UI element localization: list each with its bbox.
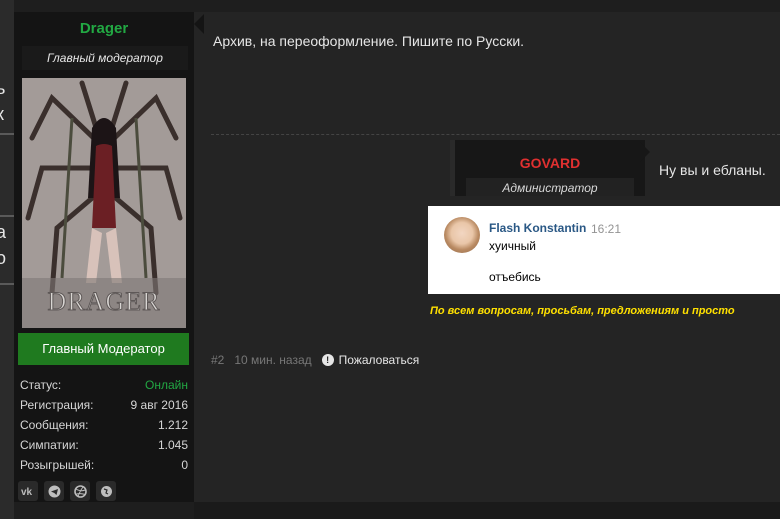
stat-row-status: Статус: Онлайн xyxy=(20,375,188,395)
avatar-art: DRAGER xyxy=(22,78,186,328)
chat-line: хуичный xyxy=(489,239,536,253)
stat-value: 9 авг 2016 xyxy=(130,398,188,412)
vk-icon[interactable]: vk xyxy=(18,481,38,501)
report-label: Пожаловаться xyxy=(338,353,420,367)
quote-username: GOVARD xyxy=(519,155,581,171)
chat-line: отъебись xyxy=(489,270,541,284)
quote-arrow xyxy=(640,142,650,162)
stat-row-messages: Сообщения: 1.212 xyxy=(20,415,188,435)
bottom-strip xyxy=(194,502,780,519)
avatar-caption: DRAGER xyxy=(48,287,161,316)
stat-value: 1.212 xyxy=(157,418,188,432)
stat-row-giveaways: Розыгрышей: 0 xyxy=(20,455,188,475)
stat-value: 1.045 xyxy=(157,438,188,452)
edge-fragment: ь xyxy=(0,78,6,98)
globe-icon[interactable] xyxy=(96,481,116,501)
post-time[interactable]: 10 мин. назад xyxy=(234,353,311,367)
stat-label: Симпатии: xyxy=(20,438,79,452)
post-message: Архив, на переоформление. Пишите по Русс… xyxy=(213,33,525,49)
warning-icon: ! xyxy=(321,354,334,366)
stat-row-registration: Регистрация: 9 авг 2016 xyxy=(20,395,188,415)
quote-user-title: Администратор xyxy=(466,178,634,196)
stat-row-likes: Симпатии: 1.045 xyxy=(20,435,188,455)
role-button[interactable]: Главный Модератор xyxy=(18,333,189,365)
post-arrow xyxy=(194,14,204,34)
stat-value: 0 xyxy=(181,458,188,472)
user-stats: Статус: Онлайн Регистрация: 9 авг 2016 С… xyxy=(20,375,188,475)
telegram-icon[interactable] xyxy=(44,481,64,501)
chat-time: 16:21 xyxy=(591,222,622,236)
post-divider xyxy=(211,134,780,135)
stat-value: Онлайн xyxy=(145,378,188,392)
edge-divider xyxy=(0,283,14,285)
stat-label: Розыгрышей: xyxy=(20,458,95,472)
quote-message: Ну вы и ебланы. xyxy=(659,162,766,178)
user-title: Главный модератор xyxy=(22,46,188,70)
edge-divider xyxy=(0,215,14,217)
report-button[interactable]: ! Пожаловаться xyxy=(321,353,420,367)
social-links: vk xyxy=(18,481,116,501)
post-number[interactable]: #2 xyxy=(211,353,224,367)
edge-fragment: к xyxy=(0,104,4,125)
chat-screenshot xyxy=(428,206,780,294)
stat-label: Сообщения: xyxy=(20,418,89,432)
edge-fragment: о xyxy=(0,248,7,268)
post-footer: #2 10 мин. назад ! Пожаловаться xyxy=(211,353,419,367)
dribbble-icon[interactable] xyxy=(70,481,90,501)
stat-label: Статус: xyxy=(20,378,62,392)
username[interactable]: Drager xyxy=(14,20,194,37)
edge-divider xyxy=(0,133,14,135)
left-edge-strip: ь к а о xyxy=(0,0,14,519)
edge-fragment: а xyxy=(0,222,7,242)
chat-author: Flash Konstantin xyxy=(489,221,587,235)
stat-label: Регистрация: xyxy=(20,398,94,412)
user-avatar[interactable]: DRAGER xyxy=(22,78,186,328)
chat-avatar xyxy=(444,217,480,253)
signature: По всем вопросам, просьбам, предложениям… xyxy=(430,305,735,317)
svg-text:vk: vk xyxy=(21,487,33,496)
